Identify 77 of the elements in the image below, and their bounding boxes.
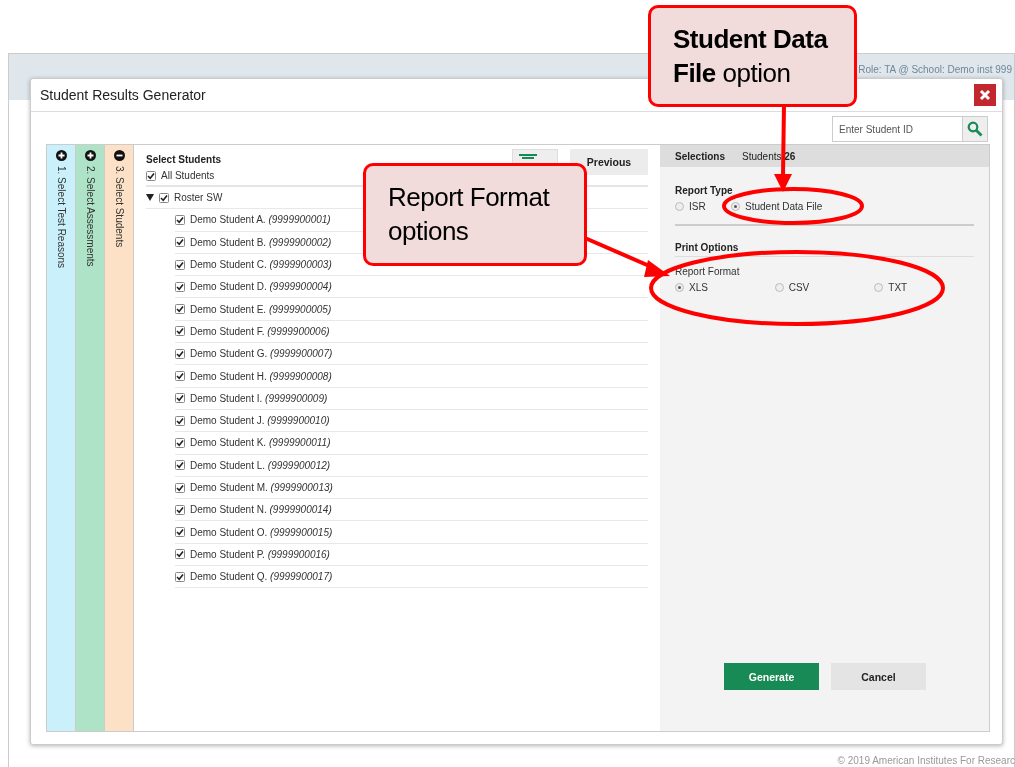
checkbox[interactable] [175, 482, 185, 493]
student-label: Demo Student Q. (9999900017) [190, 571, 333, 583]
checkbox[interactable] [146, 170, 156, 181]
section-title: Report Type [675, 185, 734, 196]
checkbox[interactable] [175, 326, 185, 337]
checkbox[interactable] [175, 371, 185, 381]
step-tab[interactable]: 1. Select Test Reasons [47, 145, 76, 731]
student-label: Demo Student C. (9999900003) [190, 259, 332, 271]
radio-label[interactable]: ISR [689, 201, 706, 212]
checkbox-label: All Students [161, 170, 215, 181]
checkbox[interactable] [159, 192, 169, 203]
student-label: Demo Student E. (9999900005) [190, 303, 332, 315]
role-text: Role: TA @ School: Demo inst 999 [858, 64, 1012, 75]
step-label: 2. Select Assessments [84, 166, 96, 267]
checkbox[interactable] [175, 304, 185, 315]
student-label: Demo Student K. (9999900011) [190, 437, 331, 449]
student-label: Demo Student F. (9999900006) [190, 325, 330, 337]
close-button[interactable] [974, 84, 996, 106]
selections-label: Selections [675, 150, 726, 162]
checkbox[interactable] [175, 549, 185, 560]
generate-button[interactable]: Generate [724, 663, 819, 690]
student-label: Demo Student B. (9999900002) [190, 236, 332, 248]
checkbox[interactable] [175, 504, 185, 515]
callout-text: Student Data File option [673, 23, 829, 90]
radio-button[interactable] [774, 283, 784, 292]
bar-icon [519, 152, 537, 160]
step-tab[interactable]: 2. Select Assessments [76, 145, 105, 731]
checkbox[interactable] [175, 527, 185, 538]
checkbox[interactable] [175, 348, 185, 359]
search-button[interactable] [962, 116, 988, 142]
step-label: 1. Select Test Reasons [55, 166, 67, 269]
student-label: Demo Student H. (9999900008) [190, 370, 332, 382]
roster-label: Roster SW [174, 192, 223, 204]
copyright-text: © 2019 American Institutes For Researc [837, 755, 1015, 766]
radio-label[interactable]: Student Data File [745, 201, 823, 212]
radio-button[interactable] [675, 283, 684, 292]
radio-button[interactable] [675, 202, 684, 211]
minus-circle-icon [113, 150, 125, 161]
student-label: Demo Student G. (9999900007) [190, 348, 333, 360]
students-count: Students 26 [742, 150, 796, 162]
student-label: Demo Student I. (9999900009) [190, 392, 328, 404]
student-label: Demo Student J. (9999900010) [190, 415, 330, 427]
student-label: Demo Student N. (9999900014) [190, 504, 332, 516]
section-title: Print Options [675, 242, 740, 253]
student-label: Demo Student L. (9999900012) [190, 459, 331, 471]
dialog-title: Student Results Generator [40, 87, 206, 103]
checkbox[interactable] [175, 214, 185, 225]
cancel-button[interactable]: Cancel [831, 663, 926, 690]
callout-text: Report Format options [388, 181, 551, 248]
checkbox[interactable] [175, 460, 185, 471]
checkbox[interactable] [175, 259, 185, 270]
checkbox[interactable] [175, 571, 185, 582]
section-title: Select Students [146, 154, 222, 165]
student-label: Demo Student D. (9999900004) [190, 281, 332, 293]
checkbox[interactable] [175, 415, 185, 426]
previous-button[interactable]: Previous [570, 149, 648, 175]
student-label: Demo Student P. (9999900016) [190, 548, 330, 560]
checkbox[interactable] [175, 237, 185, 248]
plus-circle-icon [55, 150, 67, 161]
student-label: Demo Student A. (9999900001) [190, 214, 331, 226]
student-label: Demo Student O. (9999900015) [190, 526, 333, 538]
checkbox[interactable] [175, 437, 185, 448]
search-icon [967, 121, 983, 137]
search-field[interactable]: Enter Student ID [832, 116, 962, 142]
radio-label[interactable]: XLS [689, 282, 708, 293]
radio-label[interactable]: TXT [888, 282, 908, 293]
checkbox[interactable] [175, 281, 185, 292]
radio-label[interactable]: CSV [788, 282, 810, 293]
caret-down-icon[interactable] [146, 194, 154, 202]
radio-button[interactable] [874, 283, 884, 292]
step-label: 3. Select Students [113, 166, 125, 248]
close-icon [979, 89, 991, 101]
student-label: Demo Student M. (9999900013) [190, 482, 333, 493]
step-tab[interactable]: 3. Select Students [105, 145, 134, 731]
radio-button[interactable] [731, 202, 740, 211]
checkbox[interactable] [175, 393, 185, 404]
plus-circle-icon [84, 150, 96, 161]
